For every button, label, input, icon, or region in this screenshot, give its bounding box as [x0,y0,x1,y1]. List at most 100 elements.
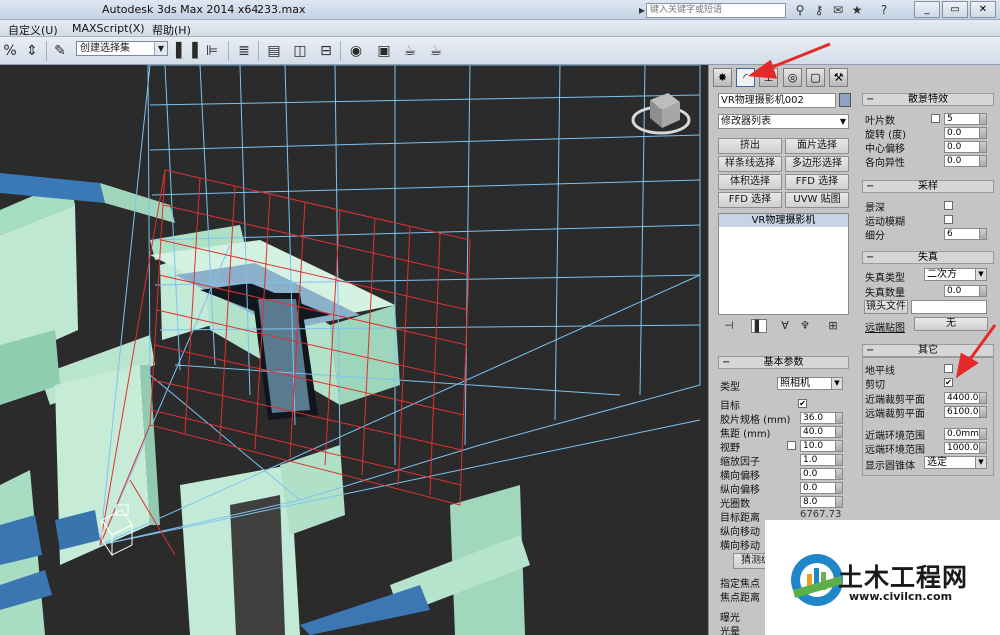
menu-customize[interactable]: 自定义(U) [8,22,58,38]
make-unique-icon[interactable]: ∀ [777,319,793,333]
modifier-button-ffd-select-2[interactable]: FFD 选择 [718,192,782,208]
render-setup-icon[interactable]: ▣ [374,41,394,61]
horizontal-shift-label: 横向偏移 [720,471,760,482]
dof-checkbox[interactable] [944,201,953,210]
distortion-amount-label: 失真数量 [865,288,905,299]
watermark-text: 土木工程网 [838,563,969,592]
menu-bar: 自定义(U) MAXScript(X) 帮助(H) [0,20,1000,37]
fov-spinner[interactable]: 10.0 [800,440,843,452]
distortion-map-button[interactable]: 无 [914,317,988,331]
vertical-shift-spinner[interactable]: 0.0 [800,482,843,494]
object-name-field[interactable]: VR物理摄影机002 [718,93,836,108]
dof-label: 景深 [865,203,885,214]
layer-manager-icon[interactable]: ≣ [234,41,254,61]
chevron-down-icon: ▼ [154,42,167,55]
bokeh-rollout-header[interactable]: − 散景特效 [862,93,994,106]
search-input[interactable]: 键入关键字或短语 [646,3,786,18]
configure-sets-icon[interactable]: ⊞ [825,319,841,333]
vertical-shift-label: 纵向偏移 [720,485,760,496]
show-end-result-icon[interactable]: ▌ [751,319,767,333]
anisotropy-spinner[interactable]: 0.0 [944,155,987,167]
create-tab-icon[interactable]: ✸ [713,68,732,87]
motion-tab-icon[interactable]: ◎ [783,68,802,87]
zoom-factor-label: 缩放因子 [720,457,760,468]
perspective-viewport[interactable] [0,65,708,635]
menu-maxscript[interactable]: MAXScript(X) [72,22,145,35]
zoom-factor-spinner[interactable]: 1.0 [800,454,843,466]
focal-length-spinner[interactable]: 40.0 [800,426,843,438]
modifier-button-poly-select[interactable]: 多边形选择 [785,156,849,172]
edit-named-selection-icon[interactable]: ✎ [50,41,70,61]
minimize-button[interactable]: _ [914,1,940,18]
basic-params-rollout-header[interactable]: − 基本参数 [718,356,849,369]
maximize-button[interactable]: ▭ [942,1,968,18]
horizontal-tilt-label: 横向移动 [720,541,760,552]
menu-help[interactable]: 帮助(H) [152,22,191,38]
target-checkbox[interactable]: ✔ [798,399,807,408]
selection-set-value: 创建选择集 [80,43,130,54]
key-icon[interactable]: ⚷ [811,2,827,18]
display-tab-icon[interactable]: ▢ [806,68,825,87]
align-icon[interactable]: ⊫ [202,41,222,61]
close-button[interactable]: ✕ [970,1,996,18]
chevron-down-icon: ▼ [975,269,986,280]
subdivs-label: 细分 [865,231,885,242]
rollout-title: 散景特效 [908,94,948,105]
rotation-spinner[interactable]: 0.0 [944,127,987,139]
fov-checkbox[interactable] [787,441,796,450]
hierarchy-tab-icon[interactable]: ⊥ [759,68,778,87]
modifier-button-spline-select[interactable]: 样条线选择 [718,156,782,172]
misc-rollout-header[interactable]: − 其它 [862,344,994,357]
distortion-amount-spinner[interactable]: 0.0 [944,285,987,297]
motion-blur-label: 运动模糊 [865,217,905,228]
schematic-view-icon[interactable]: ⊟ [316,41,336,61]
horizontal-shift-spinner[interactable]: 0.0 [800,468,843,480]
named-selection-set-dropdown[interactable]: 创建选择集 ▼ [76,41,168,56]
modifier-button-ffd-select[interactable]: FFD 选择 [785,174,849,190]
remove-modifier-icon[interactable]: ♆ [797,319,813,333]
camera-type-dropdown[interactable]: 照相机 ▼ [777,377,843,390]
mirror-icon[interactable]: ▌▐ [176,41,198,61]
camera-type-value: 照相机 [780,378,810,389]
file-name: 233.max [257,3,306,16]
community-icon[interactable]: ✉ [830,2,846,18]
modifier-button-extrude[interactable]: 挤出 [718,138,782,154]
rendered-frame-icon[interactable]: ☕ [400,41,420,61]
f-number-label: 光圈数 [720,499,750,510]
subdivs-spinner[interactable]: 6 [944,228,987,240]
render-teapot-icon[interactable]: ☕ [426,41,446,61]
lens-file-field[interactable] [911,300,987,314]
motion-blur-checkbox[interactable] [944,215,953,224]
lens-file-button[interactable]: 镜头文件 [864,300,908,314]
viewcube-icon[interactable] [631,93,691,135]
modifier-button-uvw-map[interactable]: UVW 贴图 [785,192,849,208]
graphite-tools-icon[interactable]: ▤ [264,41,284,61]
blades-spinner[interactable]: 5 [944,113,987,125]
f-number-spinner[interactable]: 8.0 [800,496,843,508]
curve-editor-icon[interactable]: ◫ [290,41,310,61]
percent-snap-icon[interactable]: % [0,41,20,61]
modifier-list-dropdown[interactable]: 修改器列表 ▼ [718,114,849,129]
modifier-stack[interactable]: VR物理摄影机 [718,213,849,315]
pin-stack-icon[interactable]: ⊣ [721,319,737,333]
stack-item[interactable]: VR物理摄影机 [719,214,848,227]
utilities-tab-icon[interactable]: ⚒ [829,68,848,87]
favorite-icon[interactable]: ★ [849,2,865,18]
film-gate-spinner[interactable]: 36.0 [800,412,843,424]
binoculars-icon[interactable]: ⚲ [792,2,808,18]
help-icon[interactable]: ? [876,2,892,18]
distortion-rollout-header[interactable]: − 失真 [862,251,994,264]
material-editor-icon[interactable]: ◉ [346,41,366,61]
modify-tab-icon[interactable]: ◜ [736,68,755,87]
modifier-button-volume-select[interactable]: 体积选择 [718,174,782,190]
modifier-button-patch-select[interactable]: 面片选择 [785,138,849,154]
center-bias-spinner[interactable]: 0.0 [944,141,987,153]
type-label: 类型 [720,382,740,393]
distortion-type-dropdown[interactable]: 二次方 ▼ [924,268,987,281]
vignetting-label: 光晕 [720,627,740,635]
sampling-rollout-header[interactable]: − 采样 [862,180,994,193]
blades-checkbox[interactable] [931,114,940,123]
object-color-swatch[interactable] [839,93,851,107]
spinner-snap-icon[interactable]: ⇕ [22,41,42,61]
distortion-type-label: 失真类型 [865,273,905,284]
